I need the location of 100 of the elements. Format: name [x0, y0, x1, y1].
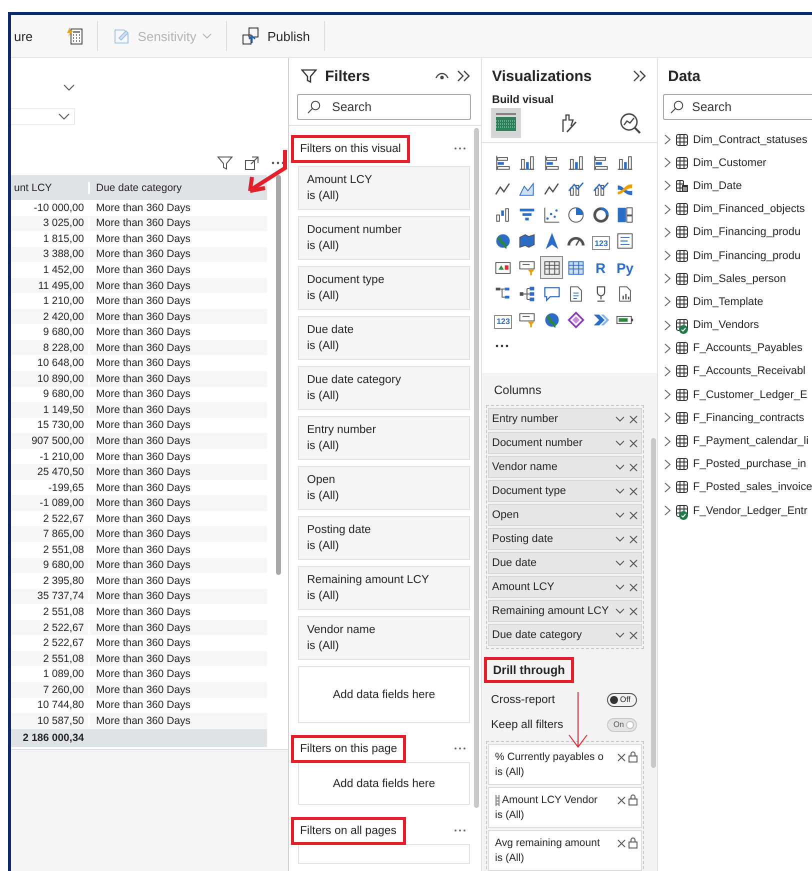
data-table-item[interactable]: F_Accounts_Receivabl [664, 360, 812, 384]
filter-card[interactable]: Amount LCY Vendor is (All) [488, 787, 642, 828]
table-cell: More than 360 Days [88, 264, 267, 276]
close-icon[interactable] [617, 838, 626, 848]
filter-card[interactable]: Entry number is (All) [298, 416, 470, 460]
chevron-down-icon[interactable] [615, 464, 625, 471]
focus-mode-icon[interactable] [244, 155, 260, 171]
field-well-item[interactable]: Posting date [488, 528, 642, 550]
chevron-down-icon[interactable] [615, 584, 625, 591]
close-icon[interactable] [629, 630, 638, 640]
eye-icon[interactable] [435, 71, 449, 81]
more-options-icon[interactable] [454, 147, 466, 150]
data-table-item[interactable]: F_Posted_sales_invoice [664, 476, 812, 499]
chevron-down-icon[interactable] [63, 84, 75, 92]
filter-icon[interactable] [217, 155, 233, 171]
filter-card[interactable]: Vendor name is (All) [298, 616, 470, 660]
collapse-icon[interactable] [457, 70, 471, 82]
visual-type-button[interactable]: 123 [494, 314, 512, 329]
filter-card[interactable]: Posting date is (All) [298, 516, 470, 560]
visual-type-button[interactable]: Py [614, 256, 636, 280]
close-icon[interactable] [629, 606, 638, 616]
chevron-down-icon[interactable] [615, 608, 625, 615]
field-well-item[interactable]: Document number [488, 432, 642, 454]
filter-card[interactable]: Avg remaining amount is (All) [488, 830, 642, 871]
field-well-item[interactable]: Remaining amount LCY [488, 600, 642, 622]
toggle-label: Keep all filters [491, 718, 564, 731]
chevron-down-icon[interactable] [615, 632, 625, 639]
column-header[interactable]: unt LCY [11, 182, 88, 194]
drop-zone[interactable]: Add data fields here [298, 666, 470, 723]
filter-card[interactable]: Open is (All) [298, 466, 470, 510]
chevron-down-icon[interactable] [615, 536, 625, 543]
close-icon[interactable] [617, 752, 626, 762]
search-field[interactable]: Search [297, 94, 471, 120]
data-table-item[interactable]: Dim_Financed_objects [664, 198, 812, 221]
chevron-down-icon[interactable] [615, 440, 625, 447]
lock-icon[interactable] [628, 751, 638, 764]
close-icon[interactable] [629, 510, 638, 520]
field-well-item[interactable]: Document type [488, 480, 642, 502]
toolbar-label[interactable]: ure [14, 28, 33, 44]
table-icon[interactable] [540, 256, 563, 280]
table-tab[interactable] [491, 108, 521, 138]
filter-card[interactable]: Amount LCY is (All) [298, 166, 470, 210]
close-icon[interactable] [629, 534, 638, 544]
column-header[interactable]: Due date category [88, 182, 267, 194]
data-table-item[interactable]: F_Payment_calendar_li [664, 429, 812, 453]
data-table-item[interactable]: Dim_Date [664, 174, 812, 198]
chevron-down-icon[interactable] [615, 416, 625, 423]
filter-card[interactable]: Due date category is (All) [298, 366, 470, 410]
filter-card[interactable]: % Currently payables o is (All) [488, 744, 642, 786]
chevron-down-icon[interactable] [615, 560, 625, 567]
drop-zone[interactable]: Add data fields here [298, 762, 470, 805]
close-icon[interactable] [629, 462, 638, 472]
field-well-item[interactable]: Vendor name [488, 456, 642, 478]
lock-icon[interactable] [628, 837, 638, 850]
close-icon[interactable] [617, 796, 626, 805]
scrollbar[interactable] [474, 128, 479, 808]
scrollbar[interactable] [651, 438, 656, 768]
filter-card[interactable]: Document number is (All) [298, 216, 470, 260]
more-options-icon[interactable] [271, 161, 285, 165]
data-table-item[interactable]: F_Vendor_Ledger_Entr [664, 499, 812, 522]
collapse-icon[interactable] [633, 70, 647, 82]
field-well-item[interactable]: Entry number [488, 408, 642, 430]
data-table-item[interactable]: Dim_Template [664, 290, 812, 314]
well-label: Columns [493, 383, 542, 398]
data-table-item[interactable]: F_Accounts_Payables [664, 336, 812, 360]
data-table-item[interactable]: F_Posted_purchase_in [664, 452, 812, 476]
field-well-item[interactable]: Open [488, 504, 642, 526]
toggle-switch[interactable]: Off [607, 692, 637, 707]
data-table-item[interactable]: Dim_Financing_produ [664, 220, 812, 244]
annotation-arrow [568, 692, 588, 748]
search-field[interactable]: Search [663, 94, 812, 120]
more-visuals-icon[interactable] [495, 344, 509, 348]
close-icon[interactable] [629, 438, 638, 448]
data-table-item[interactable]: Dim_Contract_statuses [664, 128, 812, 152]
publish-button[interactable]: Publish [233, 22, 318, 50]
more-options-icon[interactable] [454, 829, 466, 832]
visual-type-button[interactable]: 123 [592, 236, 610, 250]
close-icon[interactable] [629, 414, 638, 424]
data-table-item[interactable]: Dim_Financing_produ [664, 244, 812, 268]
data-table-item[interactable]: Dim_Customer [664, 151, 812, 174]
data-table-item[interactable]: Dim_Sales_person [664, 267, 812, 290]
lock-icon[interactable] [628, 794, 638, 806]
field-well-item[interactable]: Due date [488, 552, 642, 574]
field-well-item[interactable]: Amount LCY [488, 576, 642, 598]
field-well-item[interactable]: Due date category [488, 624, 642, 646]
filter-card[interactable]: Due date is (All) [298, 316, 470, 360]
data-table-item[interactable]: Dim_Vendors [664, 314, 812, 337]
visual-type-button[interactable]: R [589, 256, 612, 280]
close-icon[interactable] [629, 582, 638, 592]
chevron-down-icon[interactable] [615, 512, 625, 519]
filter-condition: is (All) [307, 190, 340, 202]
more-options-icon[interactable] [454, 747, 466, 750]
data-table-item[interactable]: F_Financing_contracts [664, 406, 812, 430]
close-icon[interactable] [629, 486, 638, 496]
filter-card[interactable]: Remaining amount LCY is (All) [298, 566, 470, 610]
close-icon[interactable] [629, 558, 638, 568]
data-table-item[interactable]: F_Customer_Ledger_E [664, 383, 812, 406]
dropdown-field[interactable] [11, 108, 75, 125]
chevron-down-icon[interactable] [615, 488, 625, 495]
filter-card[interactable]: Document type is (All) [298, 266, 470, 310]
